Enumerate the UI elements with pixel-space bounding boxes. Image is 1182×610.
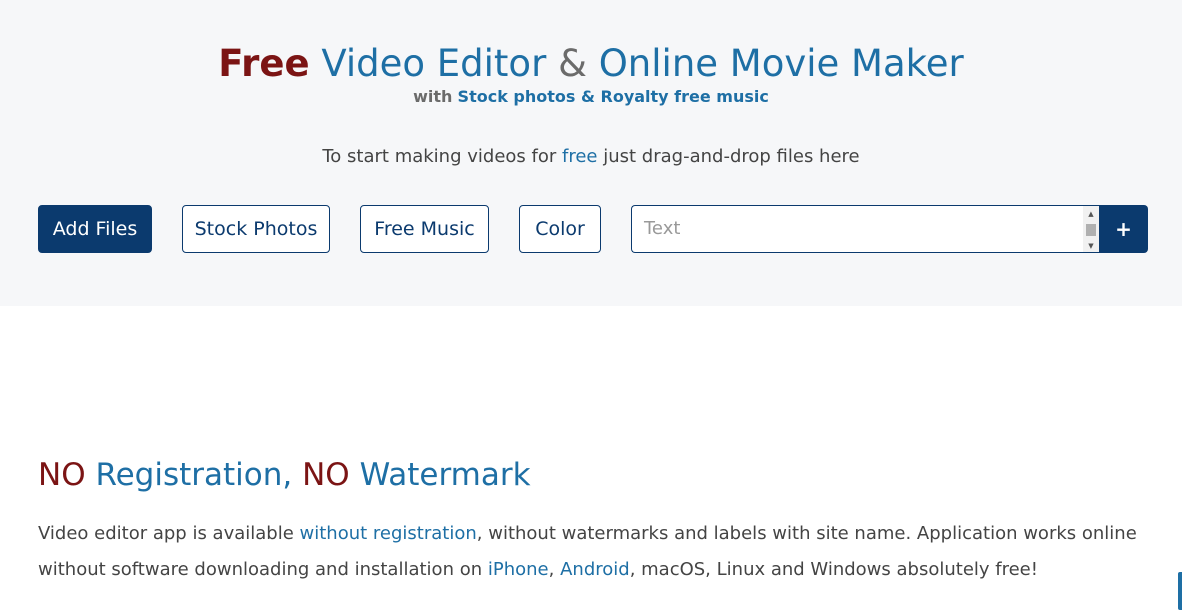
stock-photos-button[interactable]: Stock Photos <box>182 205 330 253</box>
color-button[interactable]: Color <box>519 205 601 253</box>
title-free: Free <box>218 42 310 85</box>
drag-drop-instructions: To start making videos for free just dra… <box>0 146 1182 168</box>
subtitle-stock-link[interactable]: Stock photos & Royalty free music <box>458 87 769 106</box>
para-part-3: , macOS, Linux and Windows absolutely fr… <box>629 559 1038 580</box>
add-files-button[interactable]: Add Files <box>38 205 152 253</box>
section-paragraph: Video editor app is available without re… <box>38 516 1158 588</box>
add-text-button[interactable]: + <box>1099 205 1148 253</box>
page-title: Free Video Editor & Online Movie Maker <box>0 40 1182 88</box>
section-title: NO Registration, NO Watermark <box>38 455 531 495</box>
text-input[interactable] <box>632 206 1084 252</box>
section-title-no-1: NO <box>38 457 86 493</box>
para-separator: , <box>548 559 555 580</box>
without-registration-link[interactable]: without registration <box>300 523 477 544</box>
section-title-no-2: NO <box>302 457 350 493</box>
title-video-editor: Video Editor <box>321 42 547 85</box>
subtitle-with: with <box>413 87 453 106</box>
free-music-button[interactable]: Free Music <box>360 205 489 253</box>
page-subtitle: with Stock photos & Royalty free music <box>0 87 1182 107</box>
instruction-after: just drag-and-drop files here <box>603 146 860 167</box>
text-input-scrollbar[interactable]: ▲ ▼ <box>1083 206 1099 252</box>
scroll-down-arrow-icon[interactable]: ▼ <box>1083 240 1099 252</box>
instruction-before: To start making videos for <box>322 146 557 167</box>
side-feedback-tab[interactable] <box>1178 572 1182 610</box>
scrollbar-thumb[interactable] <box>1086 224 1096 236</box>
text-input-wrapper: ▲ ▼ <box>631 205 1099 253</box>
android-link[interactable]: Android <box>560 559 630 580</box>
hero-section: Free Video Editor & Online Movie Maker w… <box>0 0 1182 306</box>
section-title-registration: Registration, <box>95 457 293 493</box>
title-ampersand: & <box>558 42 587 85</box>
iphone-link[interactable]: iPhone <box>488 559 549 580</box>
scroll-up-arrow-icon[interactable]: ▲ <box>1083 208 1099 220</box>
para-part-1: Video editor app is available <box>38 523 294 544</box>
instruction-free-link[interactable]: free <box>562 146 598 167</box>
section-title-watermark: Watermark <box>359 457 531 493</box>
title-online-movie-maker: Online Movie Maker <box>598 42 964 85</box>
